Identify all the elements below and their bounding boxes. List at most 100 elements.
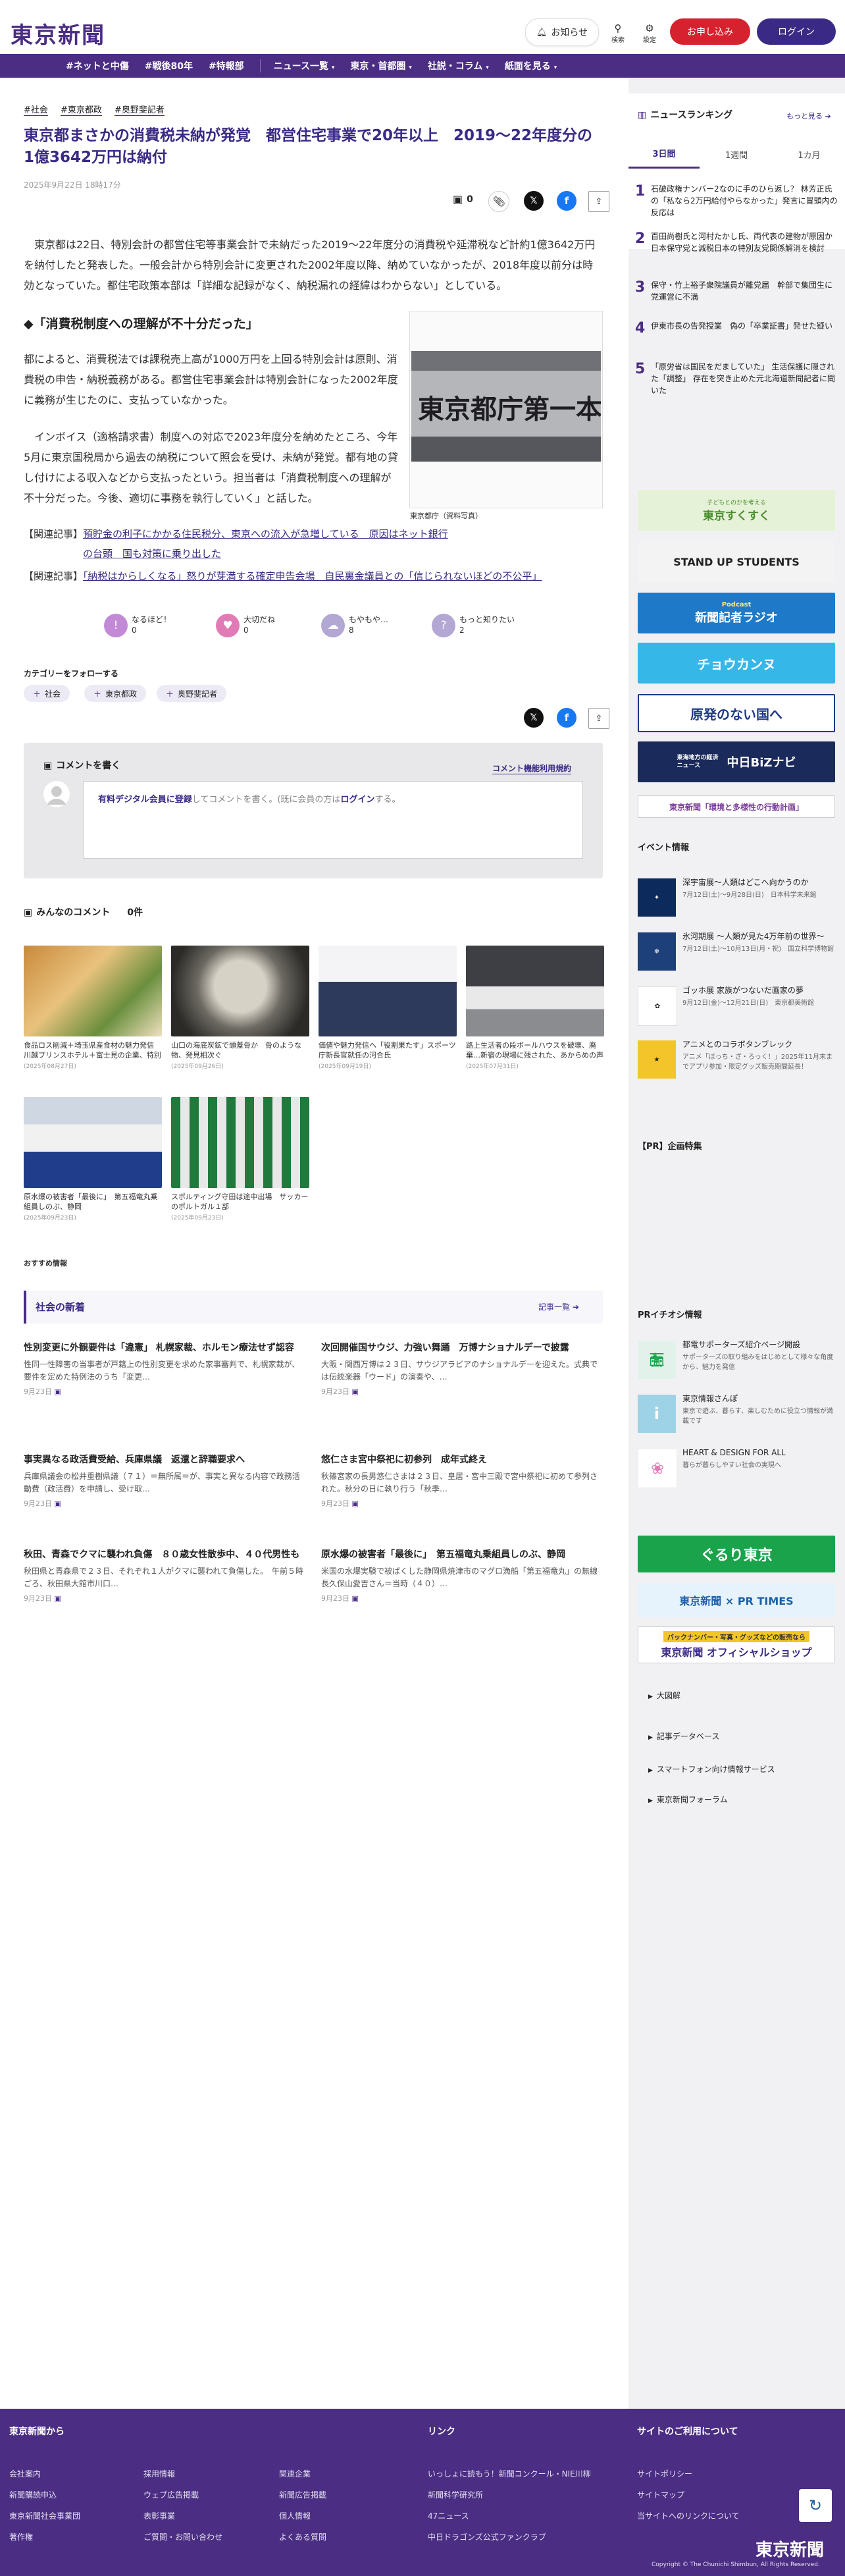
sidebar-link-daizukai[interactable]: ▶ 大図解: [648, 1690, 680, 1701]
banner-official-shop[interactable]: バックナンバー・写真・グッズなどの販売なら 東京新聞 オフィシャルショップ: [638, 1626, 835, 1663]
society-news-5[interactable]: 秋田、青森でクマに襲われ負傷 ８０歳女性散歩中、４０代男性も 秋田県と青森県で２３…: [24, 1547, 305, 1603]
follow-society[interactable]: ＋社会: [24, 685, 70, 702]
facebook-share-icon[interactable]: f: [557, 191, 576, 211]
pr-item-1[interactable]: 🚋︎ 都電サポーターズ紹介ページ開設 サポーターズの取り組みをはじめとして様々な角度…: [638, 1338, 835, 1385]
settings-button[interactable]: ⚙ 設定: [634, 20, 665, 46]
banner-no-nuclear[interactable]: 原発のない国へ: [638, 694, 835, 732]
glacier-icon: ❄: [638, 932, 676, 971]
footer-link[interactable]: 当サイトへのリンクについて: [637, 2510, 740, 2521]
follow-reporter[interactable]: ＋奥野斐記者: [157, 685, 227, 702]
footer-link[interactable]: 採用情報: [143, 2468, 175, 2479]
nav-item-news-list[interactable]: ニュース一覧 ▾: [274, 59, 335, 72]
site-logo[interactable]: 東京新聞: [11, 17, 105, 49]
tag-tokyo-politics[interactable]: #東京都政: [61, 103, 102, 116]
banner-prtimes[interactable]: 東京新聞 × PR TIMES: [638, 1583, 835, 1617]
banner-standup-students[interactable]: STAND UP STUDENTS: [638, 541, 835, 582]
notice-button[interactable]: 🔔︎ お知らせ: [525, 18, 599, 46]
recommend-label: おすすめ情報: [24, 1259, 67, 1268]
footer-link[interactable]: 著作権: [9, 2531, 33, 2542]
clip-icon[interactable]: 📎︎: [488, 191, 509, 212]
society-news-4[interactable]: 悠仁さま宮中祭祀に初参列 成年式終え 秋篠宮家の長男悠仁さまは２３日、皇居・宮中三…: [321, 1453, 603, 1509]
sidebar-link-smartphone[interactable]: ▶ スマートフォン向け情報サービス: [648, 1763, 775, 1775]
sidebar-link-database[interactable]: ▶ 記事データベース: [648, 1731, 719, 1742]
related-thumb-4[interactable]: 路上生活者の段ボールハウスを破壊、廃棄…新宿の現場に残された、あからめの声と「や…: [466, 946, 604, 1070]
ranking-more-link[interactable]: もっと見る ➔: [786, 111, 831, 121]
event-item-3[interactable]: ✿ ゴッホ展 家族がつないだ画家の夢 9月12日(金)〜12月21日(日) 東京都美…: [638, 984, 835, 1031]
tag-reporter[interactable]: #奥野斐記者: [115, 103, 165, 116]
nav-item-editorial[interactable]: 社説・コラム ▾: [428, 59, 489, 72]
footer-link[interactable]: 47ニュース: [428, 2510, 469, 2521]
footer-link[interactable]: よくある質問: [279, 2531, 326, 2542]
event-item-1[interactable]: ✦ 深宇宙展〜人類はどこへ向かうのか 7月12日(土)〜9月28日(日) 日本科学未…: [638, 876, 835, 923]
nav-item-tokyo[interactable]: 東京・首都圏 ▾: [350, 59, 411, 72]
related-thumb-5[interactable]: 原水爆の被害者「最後に」 第五福竜丸乗組員しのぶ、静岡 (2025年09月23日): [24, 1097, 162, 1221]
facebook-share-icon-bottom[interactable]: f: [557, 708, 576, 728]
banner-sukusuku[interactable]: 子どもとのかを考える 東京すくすく: [638, 490, 835, 531]
footer-link[interactable]: ウェブ広告掲載: [143, 2489, 199, 2500]
society-news-2[interactable]: 次回開催国サウジ、力強い舞踊 万博ナショナルデーで披露 大阪・関西万博は２３日、サ…: [321, 1341, 603, 1397]
ranking-tab-3days[interactable]: 3日間: [628, 140, 700, 169]
follow-tokyo-politics[interactable]: ＋東京都政: [84, 685, 147, 702]
reaction-moyamoya[interactable]: ☁ もやもや… 8: [321, 612, 426, 641]
sidebar-link-forum[interactable]: ▶ 東京新聞フォーラム: [648, 1794, 728, 1805]
footer-link[interactable]: 個人情報: [279, 2510, 311, 2521]
x-share-icon[interactable]: 𝕏: [524, 191, 544, 211]
footer-link[interactable]: サイトマップ: [637, 2489, 684, 2500]
nav-item-net-defamation[interactable]: #ネットと中傷: [66, 59, 129, 72]
footer-link[interactable]: 新聞購読申込: [9, 2489, 57, 2500]
x-share-icon-bottom[interactable]: 𝕏: [524, 708, 544, 728]
pr-item-2[interactable]: i 東京情報さんぽ 東京で遊ぶ、暮らす、楽しむために役立つ情報が満載です: [638, 1392, 835, 1439]
footer-link[interactable]: サイトポリシー: [637, 2468, 692, 2479]
register-link[interactable]: 有料デジタル会員に登録: [98, 795, 192, 805]
reaction-taisetsu[interactable]: ♥ 大切だね 0: [216, 612, 321, 641]
society-news-3[interactable]: 事実異なる政活費受給、兵庫県議 返還と辞職要求へ 兵庫県議会の松井重樹県議（７１）…: [24, 1453, 305, 1509]
related-thumb-6[interactable]: スポルティング守田は途中出場 サッカーのポルトガル１部 (2025年09月23日): [171, 1097, 309, 1221]
society-news-6[interactable]: 原水爆の被害者「最後に」 第五福竜丸乗組員しのぶ、静岡 米国の水爆実験で被ばくした…: [321, 1547, 603, 1603]
comment-count[interactable]: ▣ 0: [453, 193, 473, 205]
share-icon-bottom[interactable]: ⇪: [588, 708, 609, 729]
comment-input[interactable]: 有料デジタル会員に登録してコメントを書く。(既に会員の方はログインする。: [83, 781, 583, 859]
share-icon[interactable]: ⇪: [588, 191, 609, 212]
event-item-4[interactable]: ★ アニメとのコラボタンブレック アニメ「ぼっち・ざ・ろっく！」2025年11月末ま…: [638, 1038, 835, 1085]
gear-icon: ⚙: [645, 22, 654, 34]
related-article-1-link[interactable]: 預貯金の利子にかかる住民税分、東京への流入が急増している 原因はネット銀行の台頭…: [83, 524, 451, 564]
footer-link[interactable]: 会社案内: [9, 2468, 41, 2479]
tag-society[interactable]: #社会: [24, 103, 48, 116]
footer-link[interactable]: 中日ドラゴンズ公式ファンクラブ: [428, 2531, 546, 2542]
nav-item-paper[interactable]: 紙面を見る ▾: [505, 59, 557, 72]
banner-action-plan[interactable]: 東京新聞「環境と多様性の行動計画」: [638, 795, 835, 818]
footer-link[interactable]: 表彰事業: [143, 2510, 175, 2521]
banner-choukanu[interactable]: チョウカンヌ: [638, 643, 835, 684]
related-article-2-link[interactable]: 「納税はからしくなる」怒りが芽満する確定申告会場 自民裏金議員との「信じられない…: [83, 570, 542, 582]
footer-link[interactable]: いっしょに読もう！新聞コンクール・NIE川柳: [428, 2468, 591, 2479]
subscribe-button[interactable]: お申し込み: [670, 18, 750, 45]
banner-radio[interactable]: Podcast 新聞記者ラジオ: [638, 593, 835, 633]
related-thumb-1[interactable]: 食品ロス削減＋埼玉県産食材の魅力発信 川越プリンスホテル＋富士見の企業、特別メニ…: [24, 946, 162, 1070]
banner-bizunavi[interactable]: 東海地方の経済ニュース 中日BiZナビ: [638, 741, 835, 782]
related-article-1: 【関連記事】預貯金の利子にかかる住民税分、東京への流入が急増している 原因はネッ…: [24, 524, 451, 564]
recaptcha-badge-icon[interactable]: ↻: [799, 2489, 832, 2522]
society-more-link[interactable]: 記事一覧 ➔: [538, 1301, 579, 1312]
related-thumb-2[interactable]: 山口の海底炭鉱で頭蓋骨か 骨のような物、発見相次ぐ (2025年09月26日): [171, 946, 309, 1070]
society-news-1[interactable]: 性別変更に外観要件は「違憲」 札幌家裁、ホルモン療法せず認容 性同一性障害の当事者…: [24, 1341, 305, 1397]
footer-link[interactable]: 東京新聞社会事業団: [9, 2510, 80, 2521]
footer-link[interactable]: ご質問・お問い合わせ: [143, 2531, 222, 2542]
banner-gururi-tokyo[interactable]: ぐるり東京: [638, 1536, 835, 1572]
reaction-motto-shiritai[interactable]: ? もっと知りたい 2: [432, 612, 537, 641]
nav-item-postwar80[interactable]: #戦後80年: [145, 59, 193, 72]
ranking-tab-1week[interactable]: 1週間: [701, 140, 772, 169]
login-link[interactable]: ログイン: [340, 795, 374, 805]
pr-item-3[interactable]: ❀ HEART & DESIGN FOR ALL 暮らが暮らしやすい社会の実現へ: [638, 1446, 835, 1493]
related-thumb-3[interactable]: 価値や魅力発信へ「役割果たす」スポーツ庁新長官就任の河合氏 (2025年09月19…: [319, 946, 457, 1070]
search-button[interactable]: ⚲ 検索: [603, 20, 633, 46]
footer-link[interactable]: 新聞科学研究所: [428, 2489, 483, 2500]
footer-link[interactable]: 新聞広告掲載: [279, 2489, 326, 2500]
comment-rules-link[interactable]: コメント機能利用規約: [492, 763, 572, 774]
event-item-2[interactable]: ❄ 氷河期展 〜人類が見た4万年前の世界〜 7月12日(土)〜10月13日(月・祝)…: [638, 930, 835, 977]
footer-link[interactable]: 関連企業: [279, 2468, 311, 2479]
nav-item-tokuhou[interactable]: #特報部: [209, 59, 244, 72]
reaction-naruhodo[interactable]: ! なるほど！ 0: [104, 612, 209, 641]
login-button[interactable]: ログイン: [757, 18, 836, 45]
tokyo-tower-photo[interactable]: 東京都庁第一本庁舎: [411, 351, 601, 462]
ranking-tab-1month[interactable]: 1カ月: [773, 140, 845, 169]
